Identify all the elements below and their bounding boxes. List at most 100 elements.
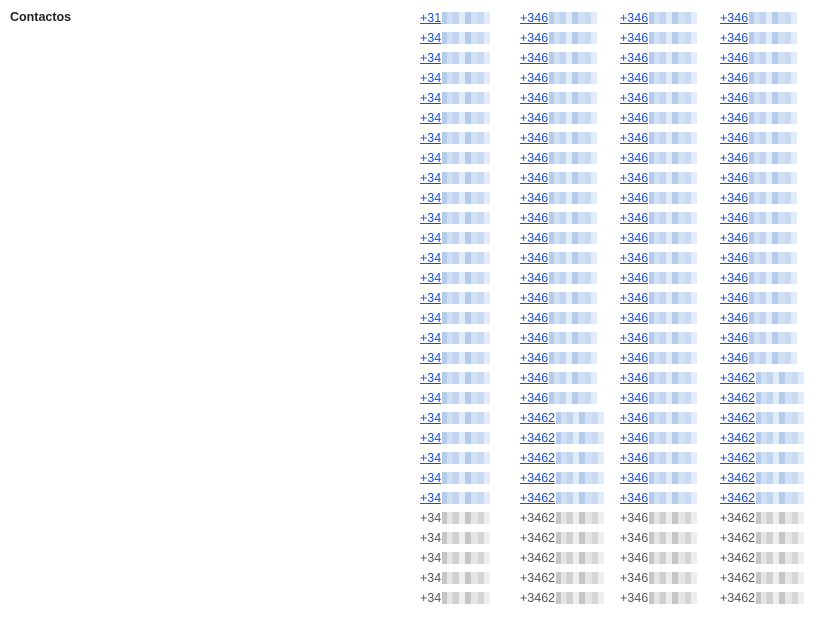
phone-link[interactable]: +34 <box>420 371 441 385</box>
phone-link[interactable]: +31 <box>420 11 441 25</box>
phone-link[interactable]: +346 <box>520 331 548 345</box>
phone-link[interactable]: +346 <box>520 11 548 25</box>
phone-link[interactable]: +346 <box>720 231 748 245</box>
phone-link[interactable]: +346 <box>520 191 548 205</box>
phone-link[interactable]: +346 <box>520 91 548 105</box>
phone-link[interactable]: +346 <box>620 311 648 325</box>
phone-link[interactable]: +346 <box>620 131 648 145</box>
phone-link[interactable]: +3462 <box>720 371 755 385</box>
phone-link[interactable]: +34 <box>420 111 441 125</box>
phone-link[interactable]: +34 <box>420 131 441 145</box>
phone-link[interactable]: +346 <box>720 271 748 285</box>
phone-link[interactable]: +346 <box>520 111 548 125</box>
phone-link[interactable]: +346 <box>520 151 548 165</box>
phone-link[interactable]: +3462 <box>520 431 555 445</box>
phone-link[interactable]: +346 <box>620 411 648 425</box>
phone-link[interactable]: +3462 <box>720 451 755 465</box>
phone-link[interactable]: +34 <box>420 391 441 405</box>
phone-link[interactable]: +34 <box>420 171 441 185</box>
phone-link[interactable]: +346 <box>620 491 648 505</box>
phone-link[interactable]: +346 <box>620 291 648 305</box>
phone-link[interactable]: +346 <box>720 291 748 305</box>
phone-link[interactable]: +346 <box>520 71 548 85</box>
phone-link[interactable]: +346 <box>620 211 648 225</box>
phone-link[interactable]: +34 <box>420 291 441 305</box>
phone-link[interactable]: +346 <box>720 131 748 145</box>
phone-link[interactable]: +346 <box>620 391 648 405</box>
phone-link[interactable]: +3462 <box>520 451 555 465</box>
phone-link[interactable]: +346 <box>720 91 748 105</box>
phone-link[interactable]: +346 <box>620 251 648 265</box>
phone-link[interactable]: +34 <box>420 331 441 345</box>
phone-link[interactable]: +346 <box>520 211 548 225</box>
phone-link[interactable]: +3462 <box>520 471 555 485</box>
phone-link[interactable]: +346 <box>620 51 648 65</box>
phone-link[interactable]: +34 <box>420 31 441 45</box>
phone-link[interactable]: +34 <box>420 151 441 165</box>
phone-link[interactable]: +346 <box>520 251 548 265</box>
phone-link[interactable]: +346 <box>520 351 548 365</box>
phone-link[interactable]: +3462 <box>720 411 755 425</box>
phone-link[interactable]: +34 <box>420 271 441 285</box>
phone-link[interactable]: +34 <box>420 311 441 325</box>
phone-link[interactable]: +3462 <box>720 391 755 405</box>
phone-link[interactable]: +346 <box>520 31 548 45</box>
phone-link[interactable]: +346 <box>720 111 748 125</box>
phone-link[interactable]: +346 <box>520 311 548 325</box>
phone-link[interactable]: +34 <box>420 211 441 225</box>
phone-link[interactable]: +346 <box>620 31 648 45</box>
phone-link[interactable]: +346 <box>620 271 648 285</box>
phone-link[interactable]: +346 <box>620 91 648 105</box>
phone-link[interactable]: +34 <box>420 411 441 425</box>
phone-link[interactable]: +346 <box>520 371 548 385</box>
phone-link[interactable]: +346 <box>620 371 648 385</box>
phone-link[interactable]: +346 <box>520 291 548 305</box>
phone-link[interactable]: +3462 <box>720 431 755 445</box>
phone-link[interactable]: +34 <box>420 71 441 85</box>
phone-link[interactable]: +346 <box>620 351 648 365</box>
phone-link[interactable]: +34 <box>420 191 441 205</box>
phone-link[interactable]: +34 <box>420 431 441 445</box>
phone-link[interactable]: +346 <box>720 151 748 165</box>
phone-link[interactable]: +346 <box>620 11 648 25</box>
phone-link[interactable]: +346 <box>620 151 648 165</box>
phone-link[interactable]: +346 <box>620 231 648 245</box>
phone-link[interactable]: +34 <box>420 231 441 245</box>
phone-link[interactable]: +346 <box>620 111 648 125</box>
phone-link[interactable]: +346 <box>720 11 748 25</box>
phone-link[interactable]: +346 <box>620 451 648 465</box>
phone-link[interactable]: +346 <box>520 231 548 245</box>
phone-link[interactable]: +3462 <box>520 491 555 505</box>
phone-link[interactable]: +346 <box>620 71 648 85</box>
phone-link[interactable]: +346 <box>620 171 648 185</box>
phone-link[interactable]: +346 <box>620 191 648 205</box>
phone-link[interactable]: +346 <box>520 391 548 405</box>
phone-link[interactable]: +346 <box>620 471 648 485</box>
phone-link[interactable]: +346 <box>720 331 748 345</box>
phone-link[interactable]: +3462 <box>520 411 555 425</box>
phone-link[interactable]: +346 <box>520 51 548 65</box>
phone-link[interactable]: +3462 <box>720 471 755 485</box>
phone-link[interactable]: +3462 <box>720 491 755 505</box>
phone-link[interactable]: +346 <box>720 311 748 325</box>
phone-link[interactable]: +346 <box>720 191 748 205</box>
phone-link[interactable]: +346 <box>720 211 748 225</box>
phone-link[interactable]: +346 <box>620 431 648 445</box>
phone-link[interactable]: +346 <box>520 271 548 285</box>
phone-link[interactable]: +34 <box>420 451 441 465</box>
phone-link[interactable]: +346 <box>720 351 748 365</box>
phone-link[interactable]: +346 <box>520 171 548 185</box>
phone-link[interactable]: +346 <box>720 171 748 185</box>
phone-link[interactable]: +34 <box>420 351 441 365</box>
phone-link[interactable]: +346 <box>720 251 748 265</box>
phone-link[interactable]: +34 <box>420 51 441 65</box>
phone-link[interactable]: +34 <box>420 471 441 485</box>
phone-link[interactable]: +346 <box>520 131 548 145</box>
phone-link[interactable]: +34 <box>420 251 441 265</box>
phone-link[interactable]: +346 <box>720 51 748 65</box>
phone-link[interactable]: +34 <box>420 91 441 105</box>
phone-link[interactable]: +34 <box>420 491 441 505</box>
phone-link[interactable]: +346 <box>720 71 748 85</box>
phone-link[interactable]: +346 <box>620 331 648 345</box>
phone-link[interactable]: +346 <box>720 31 748 45</box>
